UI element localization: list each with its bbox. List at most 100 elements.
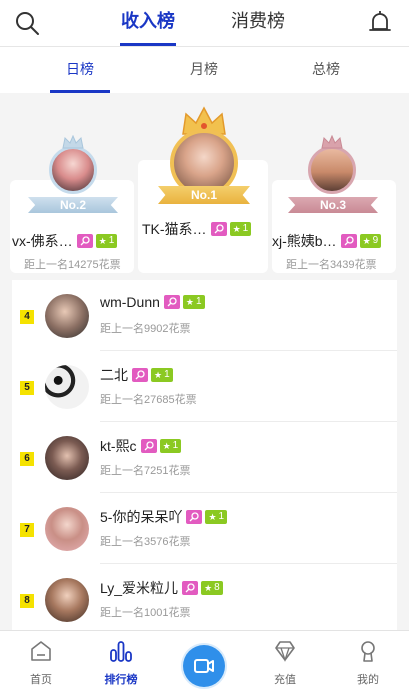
gender-badge (163, 295, 180, 309)
tab-income-label: 收入榜 (121, 11, 175, 31)
list-item[interactable]: 4 wm-Dunn ★ 1 距上一名9902花票 (12, 280, 397, 351)
star-icon: ★ (232, 224, 241, 234)
user-name: wm-Dunn (100, 294, 160, 310)
avatar (45, 436, 89, 480)
list-name-row: wm-Dunn ★ 1 (100, 294, 205, 310)
tab-spending-label: 消费榜 (231, 11, 285, 31)
list-item[interactable]: 7 5-你的呆呆吖 ★ 1 距上一名3576花票 (12, 493, 397, 564)
gender-badge (76, 234, 93, 248)
nav-recharge[interactable]: 充值 (244, 631, 326, 689)
diamond-icon (275, 641, 295, 663)
tab-income-ranking[interactable]: 收入榜 (120, 8, 176, 46)
distance-to-previous: 距上一名9902花票 (100, 323, 191, 335)
distance-to-previous: 距上一名7251花票 (100, 465, 191, 477)
list-name-row: kt-熙c ★ 1 (100, 436, 182, 456)
rank-badge: 5 (20, 381, 34, 395)
avatar (308, 146, 356, 194)
user-name: Ly_爱米粒儿 (100, 580, 179, 596)
level-value: 9 (372, 235, 379, 246)
level-badge: ★ 1 (205, 510, 228, 524)
go-live-button[interactable] (183, 645, 225, 687)
search-icon (16, 12, 39, 35)
podium-name-second: vx-佛系… ★ 1 (12, 231, 118, 251)
gender-badge (186, 510, 203, 524)
tab-daily[interactable]: 日榜 (50, 47, 110, 93)
star-icon: ★ (208, 512, 217, 522)
tab-spending-ranking[interactable]: 消费榜 (230, 8, 286, 46)
nav-label: 我的 (357, 674, 379, 686)
rank-ribbon-second: No.2 (28, 197, 118, 213)
distance-to-previous: 距上一名3576花票 (100, 536, 191, 548)
bronze-crown-icon (321, 135, 343, 149)
level-badge: ★ 1 (159, 439, 182, 453)
silver-crown-icon (62, 135, 84, 149)
rank-label-second: No.2 (59, 198, 86, 212)
user-name: 二北 (100, 367, 128, 383)
nav-home[interactable]: 首页 (0, 631, 82, 689)
star-icon: ★ (185, 297, 194, 307)
female-icon (185, 583, 195, 593)
nav-ranking[interactable]: 排行榜 (80, 631, 162, 689)
list-name-row: Ly_爱米粒儿 ★ 8 (100, 578, 223, 598)
top-bar: 收入榜 消费榜 (0, 0, 409, 46)
rank-badge: 7 (20, 523, 34, 537)
notification-button[interactable] (365, 8, 395, 38)
rank-label-third: No.3 (319, 198, 346, 212)
level-badge: ★ 9 (359, 234, 382, 248)
tab-monthly[interactable]: 月榜 (174, 47, 234, 93)
gender-badge (182, 581, 199, 595)
nav-profile[interactable]: 我的 (327, 631, 409, 689)
list-item[interactable]: 8 Ly_爱米粒儿 ★ 8 距上一名1001花票 (12, 564, 397, 630)
rank-badge: 4 (20, 310, 34, 324)
avatar (45, 578, 89, 622)
level-value: 1 (108, 235, 115, 246)
home-icon (31, 641, 51, 661)
rank-badge: 8 (20, 594, 34, 608)
tab-total[interactable]: 总榜 (296, 47, 356, 93)
rank-badge: 6 (20, 452, 34, 466)
distance-to-previous: 距上一名1001花票 (100, 607, 191, 619)
female-icon (167, 297, 177, 307)
level-badge: ★ 8 (201, 581, 223, 595)
podium-name-first: TK-猫系… ★ 1 (142, 219, 252, 239)
avatar (45, 365, 89, 409)
female-icon (135, 370, 145, 380)
gender-badge (140, 439, 157, 453)
level-value: 1 (172, 440, 179, 451)
top-three-podium: No.2 vx-佛系… ★ 1 距上一名14275花票 No.1 TK-猫系… ★… (0, 93, 409, 273)
avatar (49, 146, 97, 194)
level-value: 1 (242, 223, 249, 234)
period-tabs: 日榜 月榜 总榜 (0, 47, 409, 93)
user-name: vx-佛系… (12, 233, 73, 249)
search-button[interactable] (12, 8, 42, 38)
level-value: 8 (214, 582, 220, 593)
star-icon: ★ (98, 236, 107, 246)
avatar (45, 294, 89, 338)
star-icon: ★ (154, 370, 163, 380)
level-value: 1 (218, 511, 225, 522)
podium-name-third: xj-熊姨b… ★ 9 (272, 231, 382, 251)
nav-label: 首页 (30, 674, 52, 686)
star-icon: ★ (362, 236, 371, 246)
list-item[interactable]: 6 kt-熙c ★ 1 距上一名7251花票 (12, 422, 397, 493)
user-name: 5-你的呆呆吖 (100, 509, 183, 525)
user-name: xj-熊姨b… (272, 233, 337, 249)
podium-distance-third: 距上一名3439花票 (286, 259, 377, 271)
ranking-icon (110, 641, 132, 662)
female-icon (214, 224, 224, 234)
level-badge: ★ 1 (151, 368, 173, 382)
ranking-content: No.2 vx-佛系… ★ 1 距上一名14275花票 No.1 TK-猫系… ★… (0, 93, 409, 630)
list-item[interactable]: 5 二北 ★ 1 距上一名27685花票 (12, 351, 397, 422)
level-value: 1 (164, 369, 170, 380)
profile-icon (361, 641, 375, 662)
female-icon (189, 512, 200, 522)
live-camera-icon (194, 659, 214, 673)
star-icon: ★ (162, 441, 171, 451)
list-name-row: 二北 ★ 1 (100, 365, 173, 385)
gender-badge (340, 234, 357, 248)
gender-badge (210, 222, 227, 236)
podium-distance-second: 距上一名14275花票 (24, 259, 121, 271)
user-name: kt-熙c (100, 438, 137, 454)
gender-badge (132, 368, 148, 382)
list-name-row: 5-你的呆呆吖 ★ 1 (100, 507, 228, 527)
